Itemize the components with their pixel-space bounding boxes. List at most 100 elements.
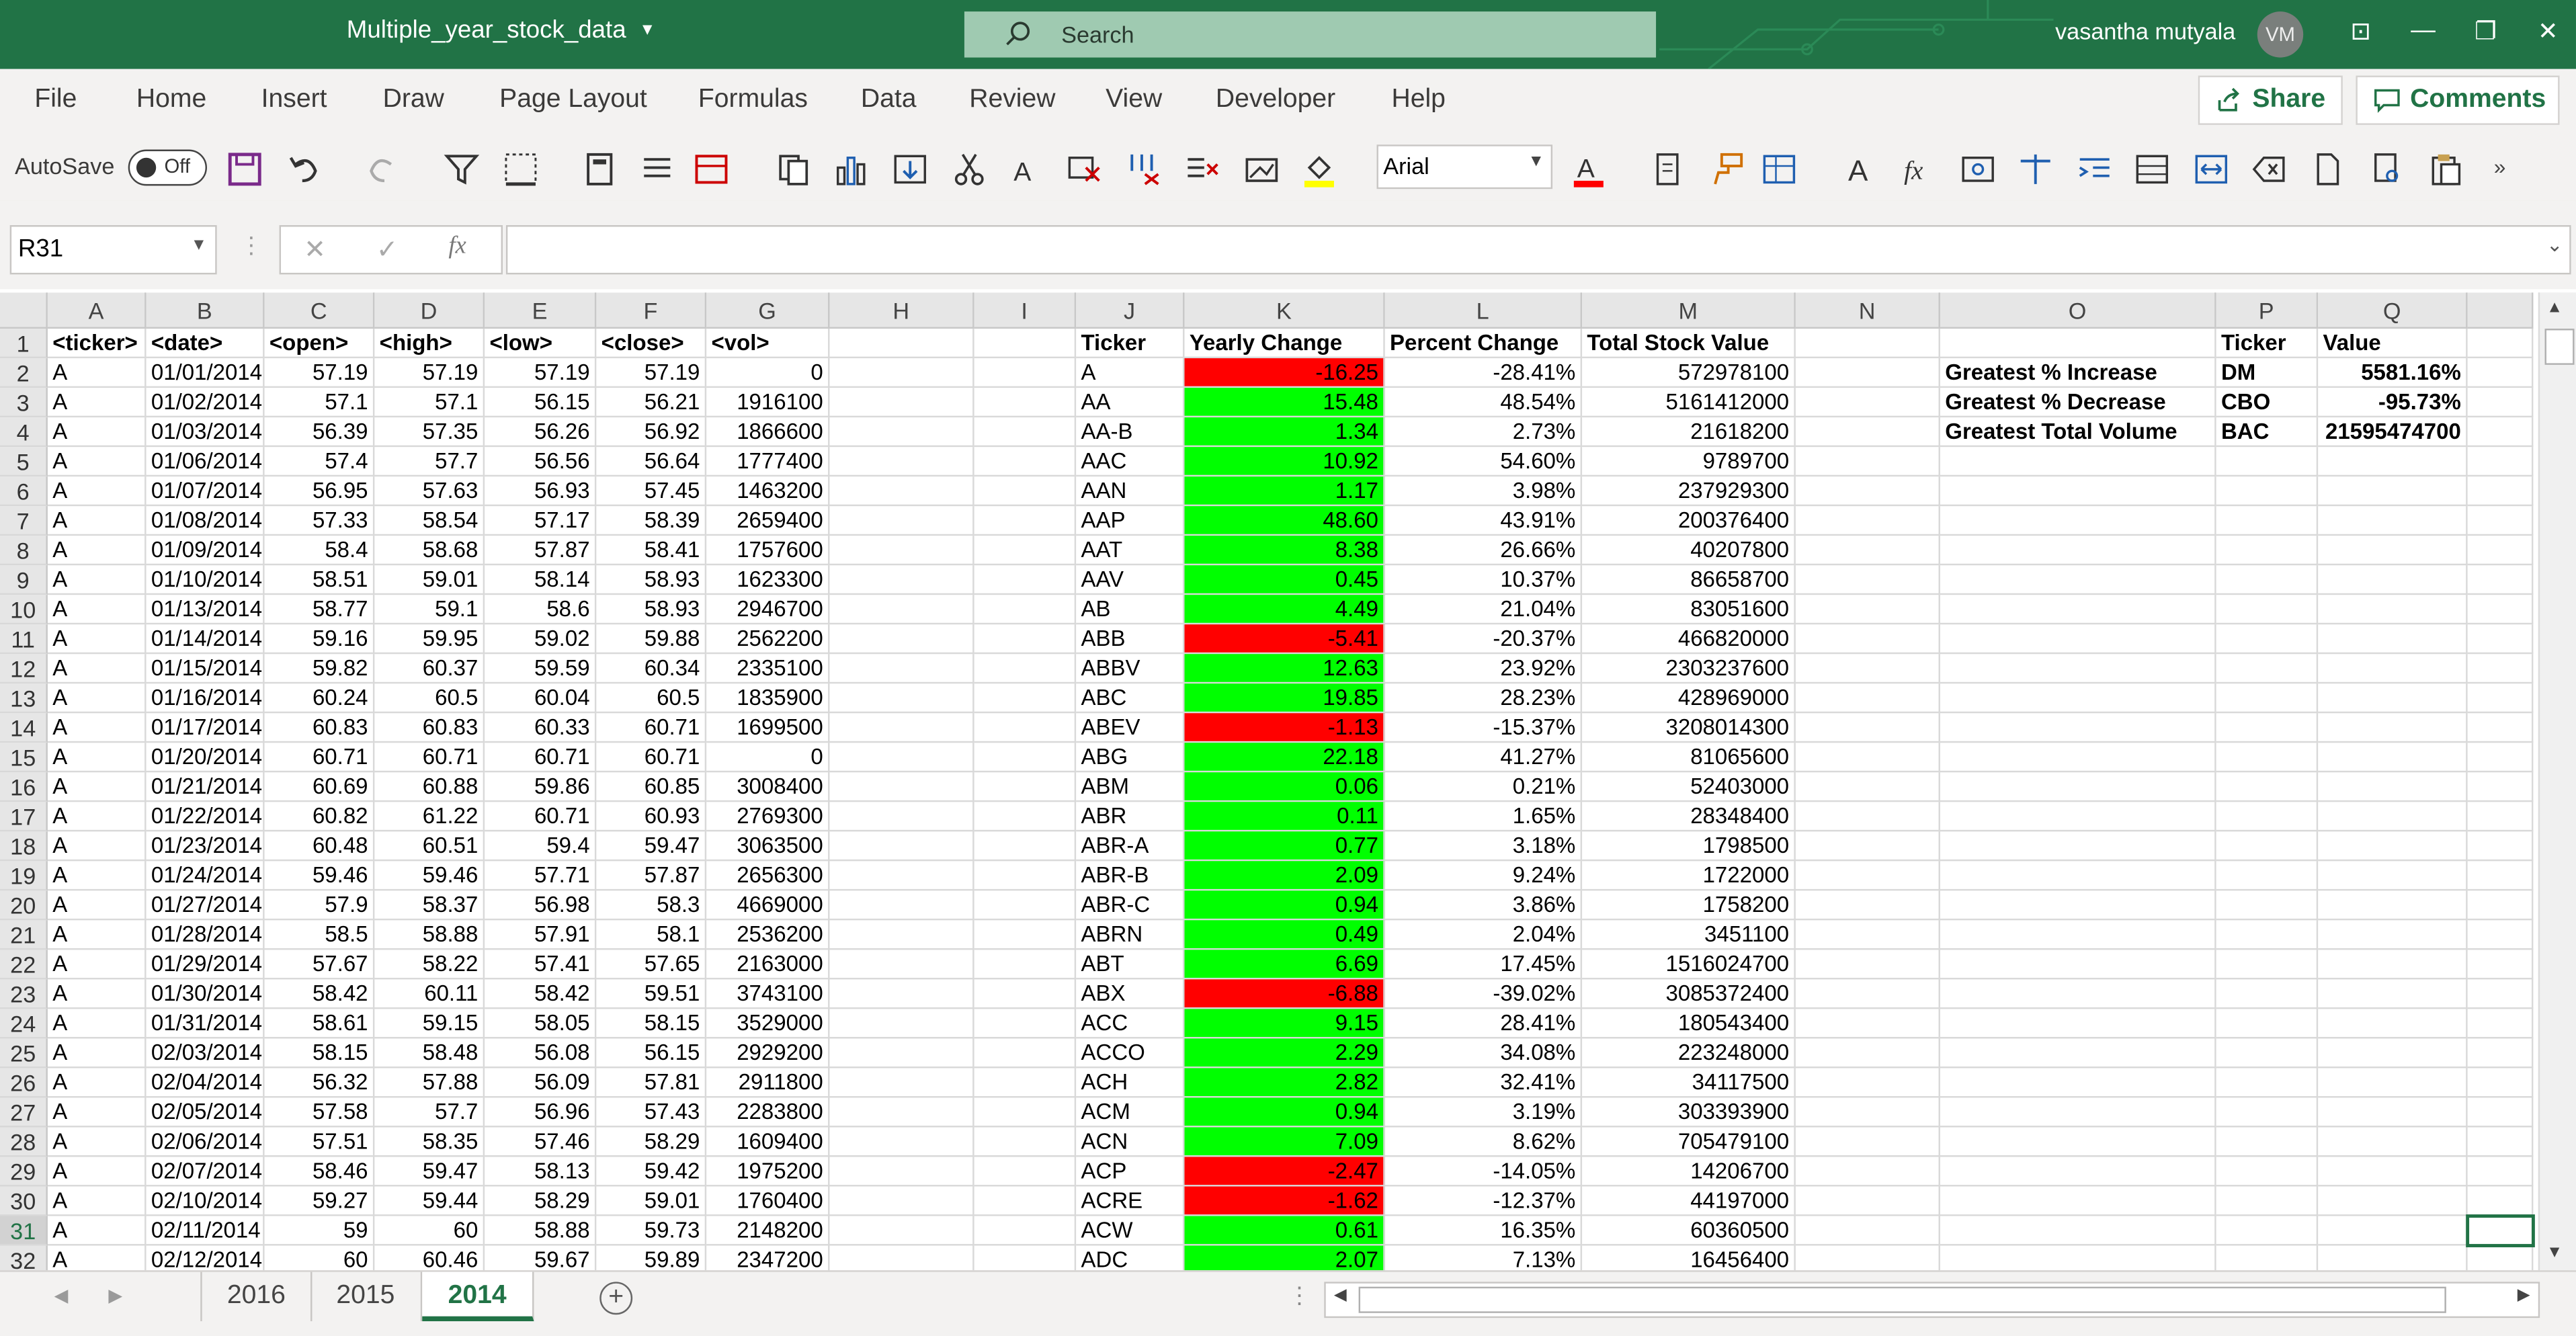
ribbon-display-icon[interactable]: ⊡	[2341, 16, 2380, 46]
cancel-icon[interactable]: ✕	[304, 233, 326, 266]
row-header[interactable]: 31	[0, 1216, 48, 1246]
active-cell-selection[interactable]	[2466, 1214, 2535, 1247]
summary-cell[interactable]: 21618200	[1582, 417, 1796, 448]
cell[interactable]	[974, 624, 1077, 655]
cell[interactable]	[829, 536, 974, 566]
cell[interactable]	[1795, 595, 1940, 625]
row-header[interactable]: 16	[0, 772, 48, 802]
data-cell[interactable]: A	[47, 713, 147, 743]
data-cell[interactable]: 01/22/2014	[146, 802, 265, 832]
header-cell[interactable]: <date>	[146, 329, 265, 359]
summary-cell[interactable]: 223248000	[1582, 1038, 1796, 1069]
cell[interactable]	[829, 565, 974, 595]
cell[interactable]	[2318, 1068, 2468, 1098]
cell[interactable]	[1795, 565, 1940, 595]
data-cell[interactable]: 3063500	[706, 831, 830, 862]
font-size-up-icon[interactable]: A	[1843, 151, 1880, 187]
cell[interactable]	[1795, 920, 1940, 950]
cell[interactable]	[2216, 1127, 2319, 1157]
data-cell[interactable]: 57.9	[264, 890, 375, 921]
data-cell[interactable]: 58.14	[485, 565, 597, 595]
greatest-cell[interactable]: 21595474700	[2318, 417, 2468, 448]
summary-cell[interactable]: 9.24%	[1384, 861, 1583, 891]
copy-icon[interactable]	[776, 151, 812, 187]
cell[interactable]	[2216, 1157, 2319, 1187]
scroll-thumb[interactable]	[2544, 329, 2575, 365]
cell[interactable]	[974, 713, 1077, 743]
cell[interactable]	[2318, 683, 2468, 714]
add-sheet-button[interactable]: +	[599, 1282, 633, 1315]
scroll-right-icon[interactable]: ▶	[2518, 1287, 2530, 1305]
data-cell[interactable]: 58.93	[596, 595, 707, 625]
cell[interactable]	[1940, 802, 2216, 832]
cell[interactable]	[2467, 772, 2534, 802]
cell[interactable]	[1795, 979, 1940, 1009]
cell[interactable]	[829, 417, 974, 448]
cell[interactable]	[1940, 1157, 2216, 1187]
cell[interactable]	[829, 920, 974, 950]
yearly-change-cell[interactable]: 19.85	[1184, 683, 1385, 714]
cell[interactable]	[1940, 447, 2216, 477]
data-cell[interactable]: A	[47, 1216, 147, 1246]
summary-cell[interactable]: 1798500	[1582, 831, 1796, 862]
data-cell[interactable]: 1463200	[706, 476, 830, 507]
expand-formula-icon[interactable]: ⌄	[2546, 233, 2563, 256]
summary-cell[interactable]: 28348400	[1582, 802, 1796, 832]
row-header[interactable]: 8	[0, 536, 48, 566]
column-header-r[interactable]	[2467, 292, 2534, 329]
cell[interactable]	[974, 979, 1077, 1009]
yearly-change-cell[interactable]: -5.41	[1184, 624, 1385, 655]
data-cell[interactable]: 57.19	[596, 358, 707, 388]
cell[interactable]	[974, 1038, 1077, 1069]
data-cell[interactable]: 57.1	[264, 388, 375, 418]
summary-cell[interactable]: 21.04%	[1384, 595, 1583, 625]
yearly-change-cell[interactable]: 0.61	[1184, 1216, 1385, 1246]
cell[interactable]	[974, 417, 1077, 448]
cell[interactable]	[974, 329, 1077, 359]
cell[interactable]	[1940, 536, 2216, 566]
greatest-cell[interactable]: Greatest % Increase	[1940, 358, 2216, 388]
cell[interactable]	[2216, 1245, 2319, 1271]
data-cell[interactable]: 60	[374, 1216, 485, 1246]
cell[interactable]	[1940, 743, 2216, 773]
data-cell[interactable]: 59	[264, 1216, 375, 1246]
data-cell[interactable]: 59.27	[264, 1186, 375, 1216]
cell[interactable]	[1795, 831, 1940, 862]
cell[interactable]	[2216, 536, 2319, 566]
merge-cells-icon[interactable]	[694, 151, 730, 187]
cell[interactable]	[2467, 388, 2534, 418]
data-cell[interactable]: 59.47	[596, 831, 707, 862]
clear-format-icon[interactable]	[1066, 151, 1102, 187]
cell[interactable]	[974, 802, 1077, 832]
data-cell[interactable]: 2929200	[706, 1038, 830, 1069]
row-header[interactable]: 18	[0, 831, 48, 862]
print-preview-icon[interactable]	[2369, 151, 2405, 187]
cell[interactable]	[2467, 683, 2534, 714]
column-width-icon[interactable]	[2193, 151, 2229, 187]
cell[interactable]	[2467, 713, 2534, 743]
data-cell[interactable]: 57.41	[485, 950, 597, 980]
summary-cell[interactable]: 14206700	[1582, 1157, 1796, 1187]
cell[interactable]	[829, 713, 974, 743]
summary-cell[interactable]: 2.04%	[1384, 920, 1583, 950]
column-header-f[interactable]: F	[596, 292, 707, 329]
data-cell[interactable]: 1975200	[706, 1157, 830, 1187]
data-cell[interactable]: 59.42	[596, 1157, 707, 1187]
data-cell[interactable]: 01/10/2014	[146, 565, 265, 595]
data-cell[interactable]: 01/13/2014	[146, 595, 265, 625]
picture-icon[interactable]	[1243, 151, 1280, 187]
cell[interactable]	[2467, 476, 2534, 507]
data-cell[interactable]: 58.37	[374, 890, 485, 921]
row-header[interactable]: 13	[0, 683, 48, 714]
data-cell[interactable]: 02/10/2014	[146, 1186, 265, 1216]
summary-cell[interactable]: ABG	[1076, 743, 1185, 773]
filter-icon[interactable]	[444, 151, 480, 187]
cell[interactable]	[2467, 1038, 2534, 1069]
data-cell[interactable]: 0	[706, 743, 830, 773]
column-header-l[interactable]: L	[1384, 292, 1583, 329]
summary-cell[interactable]: ABR-B	[1076, 861, 1185, 891]
tab-insert[interactable]: Insert	[261, 85, 327, 115]
summary-cell[interactable]: 303393900	[1582, 1097, 1796, 1128]
cell[interactable]	[1940, 565, 2216, 595]
data-cell[interactable]: 60.24	[264, 683, 375, 714]
